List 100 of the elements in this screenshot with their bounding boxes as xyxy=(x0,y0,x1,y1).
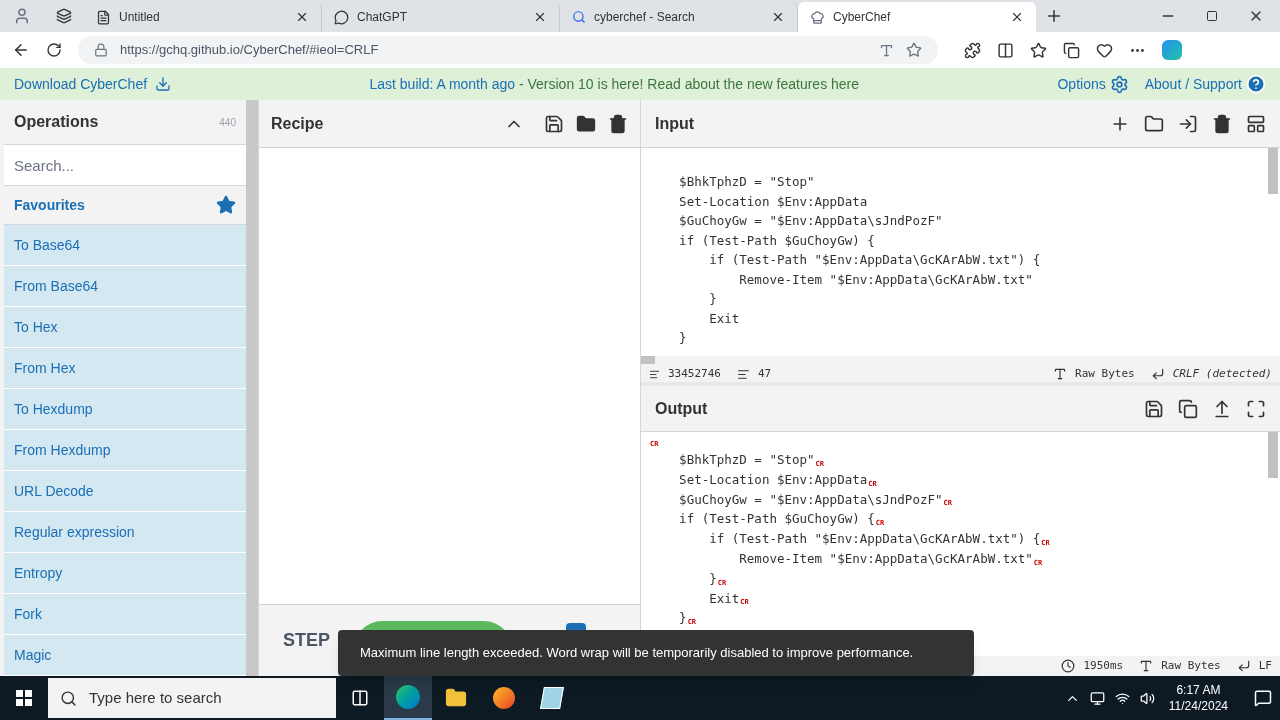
options-link[interactable]: Options xyxy=(1057,73,1106,95)
code-line: Set-Location $Env:AppData xyxy=(678,192,868,211)
operation-item[interactable]: To Hex xyxy=(4,307,246,348)
eol-icon[interactable] xyxy=(1150,367,1165,381)
restore-icon[interactable] xyxy=(1206,10,1218,22)
code-line: } xyxy=(678,329,687,347)
layout-icon[interactable] xyxy=(1246,113,1266,134)
scrollbar xyxy=(1268,148,1278,194)
search-placeholder: Type here to search xyxy=(89,687,222,708)
operation-item[interactable]: From Base64 xyxy=(4,266,246,307)
back-icon[interactable] xyxy=(12,41,30,59)
url-text: https://gchq.github.io/CyberChef/#ieol=CRLF xyxy=(120,41,380,60)
page-icon xyxy=(96,9,111,25)
notepad-icon[interactable] xyxy=(540,687,564,709)
maximize-icon[interactable] xyxy=(1246,398,1266,419)
code-line: Exit xyxy=(708,589,740,608)
operation-item[interactable]: Magic xyxy=(4,635,246,676)
code-line: $BhkTphzD = "Stop" xyxy=(678,173,815,191)
favorites-icon[interactable] xyxy=(1030,41,1047,59)
folder-icon[interactable] xyxy=(1144,113,1164,134)
scrollbar xyxy=(641,356,655,364)
search-field[interactable]: Search... xyxy=(4,145,246,186)
close-icon[interactable] xyxy=(771,10,785,24)
input-line-count: 47 xyxy=(758,365,772,382)
close-icon[interactable] xyxy=(1010,10,1024,24)
close-icon[interactable] xyxy=(295,10,309,24)
wifi-icon[interactable] xyxy=(1114,690,1130,706)
firefox-icon[interactable] xyxy=(493,687,515,709)
browser-tab[interactable]: CyberChef xyxy=(798,2,1036,32)
collections-icon[interactable] xyxy=(1063,41,1080,59)
code-line: } xyxy=(678,609,687,628)
tab-title: cyberchef - Search xyxy=(594,9,696,26)
eol-icon[interactable] xyxy=(1236,659,1251,673)
operation-item[interactable]: Fork xyxy=(4,594,246,635)
panel-title: Output xyxy=(655,398,709,419)
download-icon[interactable] xyxy=(155,76,172,92)
help-icon[interactable] xyxy=(1246,74,1266,94)
clock-time: 6:17 AM xyxy=(1176,682,1221,698)
read-aloud-icon[interactable] xyxy=(879,42,894,58)
operation-item[interactable]: Regular expression xyxy=(4,512,246,553)
import-icon[interactable] xyxy=(1178,113,1198,134)
file-explorer-icon[interactable] xyxy=(445,687,467,709)
output-eol[interactable]: LF xyxy=(1258,657,1272,675)
heart-icon[interactable] xyxy=(1096,41,1113,59)
input-eol[interactable]: CRLF (detected) xyxy=(1172,365,1272,383)
code-line: $GuChoyGw = "$Env:AppData\sJndPozF" xyxy=(678,212,943,230)
close-icon[interactable] xyxy=(533,10,547,24)
code-line: } xyxy=(708,569,717,588)
delete-icon[interactable] xyxy=(608,113,628,134)
split-screen-icon[interactable] xyxy=(997,41,1014,59)
lines-icon xyxy=(737,367,750,381)
input-encoding[interactable]: Raw Bytes xyxy=(1075,365,1135,383)
browser-app-icon[interactable] xyxy=(384,676,432,720)
folder-icon[interactable] xyxy=(576,113,596,134)
step-button[interactable]: STEP xyxy=(283,627,330,654)
save-icon[interactable] xyxy=(544,113,564,134)
reload-icon[interactable] xyxy=(46,42,62,58)
search-icon xyxy=(60,689,77,707)
save-icon[interactable] xyxy=(1144,398,1164,419)
copilot-icon[interactable] xyxy=(1162,40,1182,60)
output-encoding[interactable]: Raw Bytes xyxy=(1161,657,1221,675)
address-bar[interactable]: https://gchq.github.io/CyberChef/#ieol=CRLF xyxy=(78,36,938,64)
download-link[interactable]: Download CyberChef xyxy=(14,73,148,95)
volume-icon[interactable] xyxy=(1139,690,1155,706)
code-line: Remove-Item "$Env:AppData\GcKArAbW.txt" xyxy=(738,550,1033,568)
code-line: Set-Location $Env:AppData xyxy=(678,470,868,489)
copy-icon[interactable] xyxy=(1178,398,1198,419)
operation-item[interactable]: From Hex xyxy=(4,348,246,389)
task-view-icon[interactable] xyxy=(351,689,369,707)
scrollbar xyxy=(1268,432,1278,478)
taskbar-search-field[interactable]: Type here to search xyxy=(48,678,336,718)
tab-title: Untitled xyxy=(119,9,161,26)
operation-item[interactable]: From Hexdump xyxy=(4,430,246,471)
delete-icon[interactable] xyxy=(1212,113,1232,134)
extensions-icon[interactable] xyxy=(964,41,981,59)
code-line: if (Test-Path $GuChoyGw) { xyxy=(678,510,875,529)
notifications-icon[interactable] xyxy=(1254,689,1272,707)
input-length: 33452746 xyxy=(668,365,721,382)
operation-item[interactable]: To Hexdump xyxy=(4,389,246,430)
text-icon[interactable] xyxy=(1139,659,1154,673)
code-line: Remove-Item "$Env:AppData\GcKArAbW.txt" xyxy=(738,270,1033,289)
settings-icon[interactable] xyxy=(1109,74,1129,94)
favorite-icon[interactable] xyxy=(906,42,922,58)
operation-item[interactable]: Entropy xyxy=(4,553,246,594)
category-heading[interactable]: Favourites xyxy=(14,194,85,216)
build-info-link[interactable]: Last build: A month ago xyxy=(369,75,516,92)
chef-hat-icon xyxy=(810,9,825,25)
text-icon[interactable] xyxy=(1053,367,1068,381)
network-icon[interactable] xyxy=(1089,690,1105,706)
panel-title: Input xyxy=(655,113,696,134)
operation-item[interactable]: URL Decode xyxy=(4,471,246,512)
new-tab-icon[interactable] xyxy=(1045,7,1063,25)
replace-input-icon[interactable] xyxy=(1212,398,1232,419)
profile-icon[interactable] xyxy=(13,7,31,25)
start-icon[interactable] xyxy=(16,690,32,706)
about-link[interactable]: About / Support xyxy=(1144,73,1242,95)
code-line: $GuChoyGw = "$Env:AppData\sJndPozF" xyxy=(678,490,943,509)
star-icon xyxy=(216,195,236,215)
operation-item[interactable]: To Base64 xyxy=(4,225,246,266)
lock-icon xyxy=(94,43,108,57)
